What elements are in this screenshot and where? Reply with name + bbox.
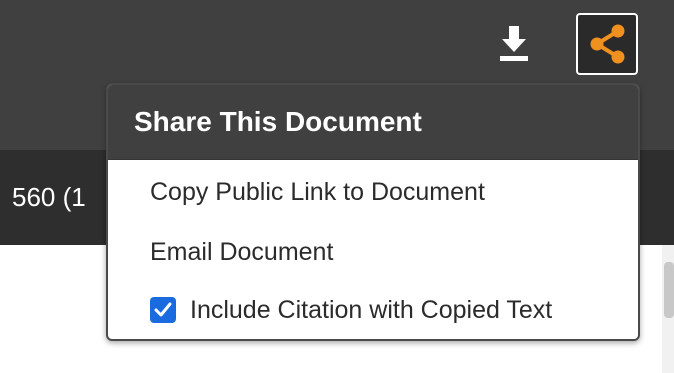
share-icon bbox=[590, 24, 625, 64]
scrollbar-thumb[interactable] bbox=[664, 262, 674, 318]
document-partial-text: 560 (1 bbox=[12, 182, 86, 212]
download-icon bbox=[500, 26, 528, 61]
download-button[interactable] bbox=[494, 22, 534, 66]
popup-header: Share This Document bbox=[108, 85, 638, 160]
checkmark-icon bbox=[154, 302, 172, 317]
popup-title: Share This Document bbox=[134, 106, 422, 137]
include-citation-checkbox[interactable] bbox=[150, 297, 176, 323]
share-button[interactable] bbox=[576, 13, 638, 75]
email-document-item[interactable]: Email Document bbox=[150, 236, 333, 268]
copy-public-link-item[interactable]: Copy Public Link to Document bbox=[150, 176, 485, 208]
include-citation-option[interactable]: Include Citation with Copied Text bbox=[150, 294, 552, 326]
include-citation-label: Include Citation with Copied Text bbox=[190, 296, 553, 324]
share-popup: Share This Document Copy Public Link to … bbox=[106, 83, 640, 341]
